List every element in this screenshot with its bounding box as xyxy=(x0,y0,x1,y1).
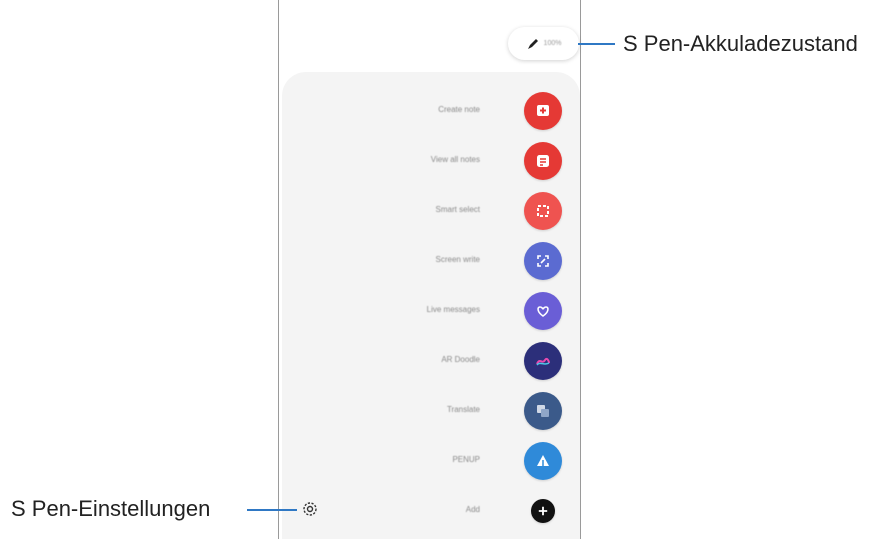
menu-item-label: Live messages xyxy=(426,305,480,314)
ar-doodle-icon[interactable] xyxy=(524,342,562,380)
battery-callout-line xyxy=(578,43,615,45)
menu-item-translate[interactable]: Translate xyxy=(282,392,580,432)
live-messages-icon[interactable] xyxy=(524,292,562,330)
menu-item-create-note[interactable]: Create note xyxy=(282,92,580,132)
menu-item-label: AR Doodle xyxy=(441,355,480,364)
menu-item-label: Add xyxy=(465,505,480,514)
s-pen-battery-indicator: 100% xyxy=(508,27,579,60)
menu-item-ar-doodle[interactable]: AR Doodle xyxy=(282,342,580,382)
menu-item-label: Smart select xyxy=(435,205,480,214)
translate-icon[interactable] xyxy=(524,392,562,430)
battery-callout-label: S Pen-Akkuladezustand xyxy=(623,31,858,56)
add-icon[interactable] xyxy=(531,499,555,523)
menu-item-screen-write[interactable]: Screen write xyxy=(282,242,580,282)
menu-item-label: Screen write xyxy=(435,255,480,264)
air-command-panel: Create note View all notes Smart select … xyxy=(282,72,580,539)
menu-item-add[interactable]: Add xyxy=(282,492,580,532)
menu-item-label: View all notes xyxy=(430,155,480,164)
menu-item-label: Translate xyxy=(446,405,480,414)
menu-item-label: Create note xyxy=(438,105,480,114)
settings-gear-icon[interactable] xyxy=(300,499,320,519)
view-notes-icon[interactable] xyxy=(524,142,562,180)
menu-item-penup[interactable]: PENUP xyxy=(282,442,580,482)
menu-item-view-all-notes[interactable]: View all notes xyxy=(282,142,580,182)
battery-percent: 100% xyxy=(543,40,562,47)
settings-callout-label: S Pen-Einstellungen xyxy=(11,496,211,521)
screen-write-icon[interactable] xyxy=(524,242,562,280)
settings-callout-line xyxy=(247,509,297,511)
penup-icon[interactable] xyxy=(524,442,562,480)
create-note-icon[interactable] xyxy=(524,92,562,130)
s-pen-icon xyxy=(527,38,538,49)
smart-select-icon[interactable] xyxy=(524,192,562,230)
menu-item-label: PENUP xyxy=(452,455,480,464)
menu-item-smart-select[interactable]: Smart select xyxy=(282,192,580,232)
menu-item-live-messages[interactable]: Live messages xyxy=(282,292,580,332)
